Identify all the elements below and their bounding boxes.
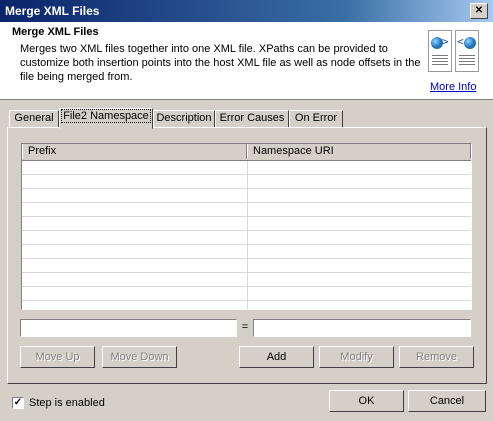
modify-button[interactable]: Modify [319, 346, 394, 368]
xml-output-document-icon: > [428, 30, 452, 72]
move-up-button[interactable]: Move Up [20, 346, 95, 368]
header-panel: Merge XML Files Merges two XML files tog… [0, 22, 493, 100]
tab-error-causes[interactable]: Error Causes [215, 110, 289, 128]
button-label: Move Up [35, 351, 80, 363]
button-label: OK [358, 395, 375, 407]
check-icon: ✓ [13, 397, 23, 408]
tab-on-error[interactable]: On Error [289, 110, 343, 128]
column-header-namespace-uri[interactable]: Namespace URI [247, 144, 471, 159]
ok-button[interactable]: OK [329, 390, 404, 412]
button-label: Cancel [429, 395, 465, 407]
header-description: Merges two XML files together into one X… [20, 43, 421, 83]
namespace-grid[interactable]: Prefix Namespace URI [21, 143, 472, 310]
step-enabled-label: Step is enabled [29, 397, 105, 409]
grid-header: Prefix Namespace URI [22, 144, 471, 161]
tab-file2-namespace[interactable]: File2 Namespace [59, 108, 153, 129]
add-button[interactable]: Add [239, 346, 314, 368]
tab-label: General [14, 112, 54, 124]
tab-label: Error Causes [219, 112, 285, 124]
tab-label: Description [156, 112, 212, 124]
tab-label: On Error [294, 112, 338, 124]
grid-column-divider [247, 161, 248, 309]
button-label: Remove [416, 351, 457, 363]
column-header-prefix[interactable]: Prefix [22, 144, 247, 159]
button-label: Add [266, 351, 287, 363]
cancel-button[interactable]: Cancel [408, 390, 486, 412]
tab-label: File2 Namespace [61, 109, 151, 123]
xml-input-document-icon: < [455, 30, 479, 72]
remove-button[interactable]: Remove [399, 346, 474, 368]
tab-description[interactable]: Description [153, 110, 215, 128]
window-title: Merge XML Files [5, 4, 100, 18]
tab-general[interactable]: General [9, 110, 59, 128]
button-label: Modify [340, 351, 373, 363]
close-icon: ✕ [474, 5, 484, 16]
more-info-link[interactable]: More Info [430, 81, 476, 93]
move-down-button[interactable]: Move Down [102, 346, 177, 368]
step-enabled-checkbox[interactable]: ✓ [12, 397, 24, 409]
close-button[interactable]: ✕ [470, 3, 488, 19]
header-title: Merge XML Files [12, 26, 99, 38]
equals-label: = [241, 321, 249, 333]
namespace-uri-input[interactable] [253, 319, 471, 337]
prefix-input[interactable] [20, 319, 237, 337]
button-label: Move Down [110, 351, 169, 363]
title-bar: Merge XML Files ✕ [0, 0, 493, 22]
